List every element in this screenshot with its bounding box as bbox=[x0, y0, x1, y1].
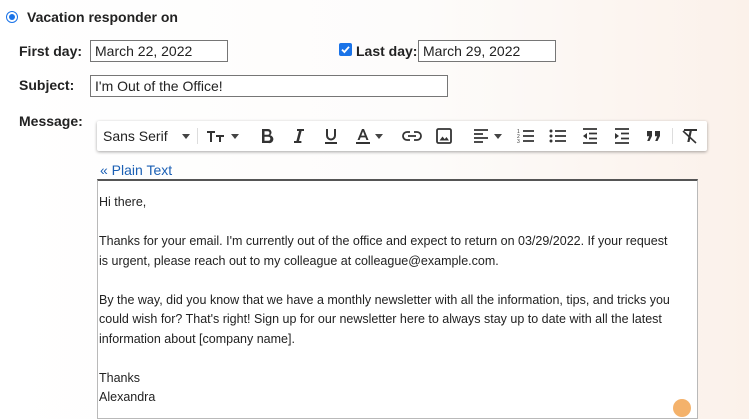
indent-less-button[interactable] bbox=[577, 121, 603, 151]
chevron-down-icon bbox=[230, 133, 239, 139]
first-day-label: First day: bbox=[19, 43, 83, 59]
underline-button[interactable] bbox=[319, 121, 343, 151]
subject-input[interactable]: I'm Out of the Office! bbox=[90, 75, 448, 97]
message-label: Message: bbox=[19, 113, 83, 129]
indent-less-icon bbox=[583, 128, 597, 144]
vacation-responder-option[interactable]: Vacation responder on bbox=[6, 8, 178, 26]
numbered-list-button[interactable]: 1 2 3 bbox=[513, 121, 539, 151]
remove-formatting-icon bbox=[682, 129, 697, 144]
numbered-list-icon: 1 2 3 bbox=[517, 129, 534, 144]
vacation-responder-label: Vacation responder on bbox=[27, 9, 178, 25]
underline-icon bbox=[325, 128, 337, 144]
message-paragraph: By the way, did you know that we have a … bbox=[99, 292, 670, 346]
status-indicator-icon bbox=[673, 399, 691, 417]
align-button[interactable] bbox=[469, 121, 505, 151]
last-day-checkbox[interactable] bbox=[339, 43, 352, 56]
font-size-button[interactable] bbox=[202, 121, 242, 151]
bulleted-list-icon bbox=[549, 129, 566, 143]
font-size-icon bbox=[206, 131, 224, 142]
message-signature: Thanks Alexandra bbox=[99, 370, 156, 405]
vacation-responder-radio[interactable] bbox=[6, 11, 18, 23]
chevron-down-icon bbox=[374, 133, 383, 139]
quote-button[interactable] bbox=[641, 121, 667, 151]
indent-more-button[interactable] bbox=[609, 121, 635, 151]
remove-formatting-button[interactable] bbox=[677, 121, 703, 151]
message-editor[interactable]: Hi there, Thanks for your email. I'm cur… bbox=[97, 179, 698, 419]
image-icon bbox=[436, 128, 452, 144]
svg-text:3: 3 bbox=[517, 139, 520, 144]
radio-dot bbox=[9, 14, 15, 20]
chevron-down-icon bbox=[493, 133, 502, 139]
italic-button[interactable] bbox=[287, 121, 311, 151]
font-family-dropdown[interactable]: Sans Serif bbox=[103, 121, 195, 151]
checkmark-icon bbox=[341, 46, 350, 54]
bold-button[interactable] bbox=[255, 121, 279, 151]
subject-label: Subject: bbox=[19, 77, 75, 93]
text-color-button[interactable] bbox=[351, 121, 387, 151]
last-day-label: Last day: bbox=[356, 43, 418, 59]
italic-icon bbox=[294, 129, 304, 143]
insert-link-button[interactable] bbox=[399, 121, 425, 151]
link-icon bbox=[402, 131, 422, 141]
quote-icon bbox=[647, 131, 660, 141]
message-paragraph: Hi there, bbox=[99, 195, 147, 209]
formatting-toolbar: Sans Serif 1 2 3 bbox=[97, 121, 707, 151]
bold-icon bbox=[262, 129, 274, 144]
toolbar-divider bbox=[197, 128, 198, 144]
first-day-input[interactable]: March 22, 2022 bbox=[90, 40, 228, 62]
indent-more-icon bbox=[615, 128, 629, 144]
bulleted-list-button[interactable] bbox=[545, 121, 571, 151]
chevron-down-icon bbox=[181, 133, 190, 139]
align-icon bbox=[473, 129, 488, 143]
message-paragraph: Thanks for your email. I'm currently out… bbox=[99, 234, 668, 268]
plain-text-link[interactable]: « Plain Text bbox=[100, 162, 172, 178]
text-color-icon bbox=[355, 129, 370, 144]
font-family-value: Sans Serif bbox=[103, 128, 168, 144]
insert-image-button[interactable] bbox=[431, 121, 457, 151]
last-day-input[interactable]: March 29, 2022 bbox=[418, 40, 556, 62]
toolbar-divider bbox=[672, 128, 673, 144]
